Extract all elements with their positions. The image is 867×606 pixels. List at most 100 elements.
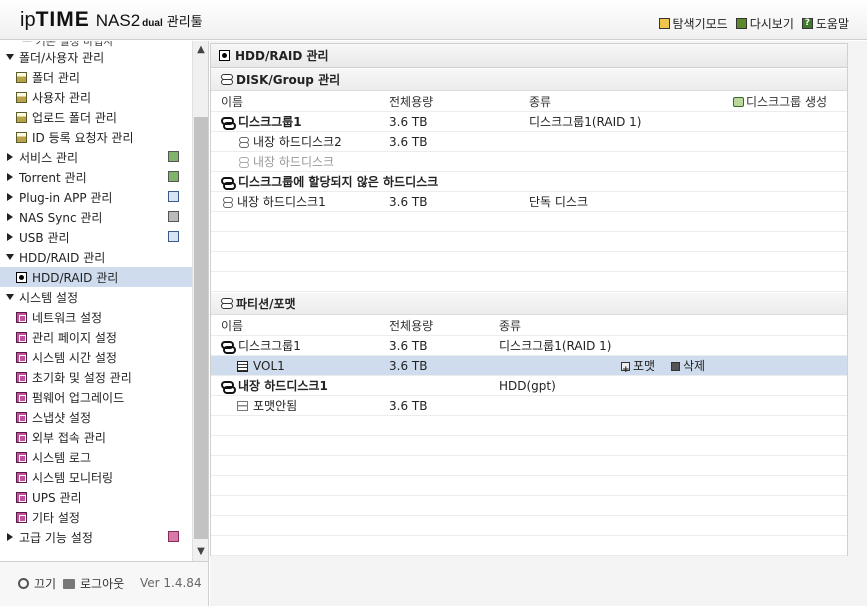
- empty-table-row: [211, 272, 847, 292]
- scroll-up-arrow[interactable]: ▲: [196, 45, 206, 55]
- hard-disk-icon: [239, 156, 249, 168]
- row-name: 포맷안됨: [237, 396, 297, 416]
- sidebar-item[interactable]: ID 등록 요청자 관리: [0, 127, 192, 147]
- row-name: 디스크그룹에 할당되지 않은 하드디스크: [221, 172, 438, 192]
- format-icon: [621, 360, 630, 380]
- status-badge-icon: [168, 151, 179, 162]
- col-name-header: 이름: [221, 95, 244, 109]
- sidebar-item[interactable]: 관리 페이지 설정: [0, 327, 192, 347]
- logout-button[interactable]: 로그아웃: [63, 575, 124, 592]
- top-bar: ip TIME NAS2 dual 관리툴 탐색기모드 다시보기 ? 도움말: [0, 0, 867, 40]
- logo-model: NAS2: [95, 11, 141, 30]
- sidebar-item-label: UPS 관리: [32, 490, 82, 505]
- status-badge-icon: [168, 171, 179, 182]
- doc-icon: [16, 131, 27, 143]
- sidebar-item-label: 관리 페이지 설정: [32, 330, 117, 345]
- expand-down-icon: [6, 294, 14, 300]
- sidebar-item[interactable]: 기타 설정: [0, 507, 192, 527]
- create-disk-group-button[interactable]: 디스크그룹 생성: [733, 92, 827, 112]
- row-capacity: 3.6 TB: [389, 195, 428, 209]
- delete-button[interactable]: 삭제: [671, 356, 705, 376]
- expand-right-icon: [7, 213, 13, 221]
- reload-label: 다시보기: [749, 17, 794, 31]
- sidebar-scrollbar[interactable]: ▲ ▼: [192, 41, 208, 561]
- doc-icon: [16, 71, 27, 83]
- sidebar-item[interactable]: 사용자 관리: [0, 87, 192, 107]
- explorer-mode-link[interactable]: 탐색기모드: [658, 15, 728, 32]
- sidebar-item[interactable]: Torrent 관리: [0, 167, 192, 187]
- help-label: 도움말: [815, 17, 849, 31]
- sidebar-item[interactable]: 시스템 로그: [0, 447, 192, 467]
- sidebar-item[interactable]: 시스템 설정: [0, 287, 192, 307]
- row-name: 디스크그룹1: [221, 336, 301, 356]
- row-capacity: 3.6 TB: [389, 135, 428, 149]
- sidebar-item-label: HDD/RAID 관리: [32, 270, 119, 285]
- disk-group-icon: [221, 380, 236, 394]
- row-capacity: 3.6 TB: [389, 339, 428, 353]
- sidebar-item-label: 사용자 관리: [32, 90, 92, 105]
- scroll-thumb[interactable]: [194, 117, 208, 539]
- logout-icon: [63, 578, 75, 589]
- reload-link[interactable]: 다시보기: [735, 15, 794, 32]
- empty-table-row: [211, 536, 847, 556]
- sidebar-item[interactable]: 스냅샷 설정: [0, 407, 192, 427]
- expand-right-icon: [7, 233, 13, 241]
- scroll-down-arrow[interactable]: ▼: [196, 547, 206, 557]
- table-row[interactable]: 디스크그룹에 할당되지 않은 하드디스크: [211, 172, 847, 192]
- help-link[interactable]: ? 도움말: [801, 15, 849, 32]
- refresh-icon: [735, 18, 747, 29]
- table-row[interactable]: 내장 하드디스크1 HDD(gpt): [211, 376, 847, 396]
- sidebar-item-label: 초기화 및 설정 관리: [32, 370, 132, 385]
- sidebar-item[interactable]: 업로드 폴더 관리: [0, 107, 192, 127]
- sidebar-item[interactable]: 서비스 관리: [0, 147, 192, 167]
- table-row[interactable]: 내장 하드디스크1 3.6 TB 단독 디스크: [211, 192, 847, 212]
- settings-icon: [16, 331, 27, 343]
- format-button[interactable]: 포맷: [621, 356, 655, 380]
- sidebar-item[interactable]: 시스템 시간 설정: [0, 347, 192, 367]
- sidebar-item[interactable]: 외부 접속 관리: [0, 427, 192, 447]
- sidebar-item[interactable]: USB 관리: [0, 227, 192, 247]
- status-badge-icon: [168, 211, 179, 222]
- sidebar-item[interactable]: 폴더/사용자 관리: [0, 47, 192, 67]
- col-capacity-header: 전체용량: [389, 319, 434, 333]
- status-badge-icon: [168, 191, 179, 202]
- sidebar-item[interactable]: 펌웨어 업그레이드: [0, 387, 192, 407]
- sidebar-item[interactable]: HDD/RAID 관리: [0, 247, 192, 267]
- sidebar-item-label: USB 관리: [19, 230, 70, 245]
- table-row[interactable]: 포맷안됨 3.6 TB: [211, 396, 847, 416]
- expand-down-icon: [6, 254, 14, 260]
- sidebar-item[interactable]: NAS Sync 관리: [0, 207, 192, 227]
- settings-icon: [16, 371, 27, 383]
- sidebar-item[interactable]: HDD/RAID 관리: [0, 267, 192, 287]
- sidebar-item[interactable]: 시스템 모니터링: [0, 467, 192, 487]
- row-name-text: 내장 하드디스크1: [237, 195, 326, 209]
- status-badge-icon: [168, 231, 179, 242]
- disk-group-section-header: DISK/Group 관리: [211, 69, 847, 91]
- sidebar-item[interactable]: UPS 관리: [0, 487, 192, 507]
- sidebar: ㅡ 기본 설정 마법사 폴더/사용자 관리 폴더 관리 사용자 관리 업로드 폴더 관…: [0, 41, 209, 561]
- table-row[interactable]: 내장 하드디스크2 3.6 TB: [211, 132, 847, 152]
- row-name-text: VOL1: [253, 359, 285, 373]
- sidebar-item-label: Torrent 관리: [19, 170, 87, 185]
- panel-header: HDD/RAID 관리: [211, 44, 847, 68]
- table-row[interactable]: VOL1 3.6 TB 포맷 삭제: [211, 356, 847, 380]
- sidebar-item[interactable]: 고급 기능 설정: [0, 527, 192, 547]
- empty-table-row: [211, 232, 847, 252]
- version-text: Ver 1.4.84: [140, 576, 202, 590]
- doc-icon: [16, 111, 27, 123]
- create-group-icon: [733, 97, 744, 107]
- sidebar-item-label: 시스템 시간 설정: [32, 350, 117, 365]
- empty-table-row: [211, 496, 847, 516]
- sidebar-item[interactable]: 네트워크 설정: [0, 307, 192, 327]
- table-row[interactable]: 디스크그룹1 3.6 TB 디스크그룹1(RAID 1): [211, 112, 847, 132]
- table-row[interactable]: 내장 하드디스크: [211, 152, 847, 172]
- sidebar-item[interactable]: 초기화 및 설정 관리: [0, 367, 192, 387]
- sidebar-item[interactable]: 폴더 관리: [0, 67, 192, 87]
- disk-icon: [219, 50, 230, 61]
- sidebar-item[interactable]: Plug-in APP 관리: [0, 187, 192, 207]
- settings-icon: [16, 511, 27, 523]
- col-name-header: 이름: [221, 319, 244, 333]
- table-row[interactable]: 디스크그룹1 3.6 TB 디스크그룹1(RAID 1): [211, 336, 847, 356]
- power-off-button[interactable]: 끄기: [18, 575, 56, 592]
- main-area: HDD/RAID 관리 DISK/Group 관리 이름 전체용량 종류 디스크…: [210, 41, 867, 606]
